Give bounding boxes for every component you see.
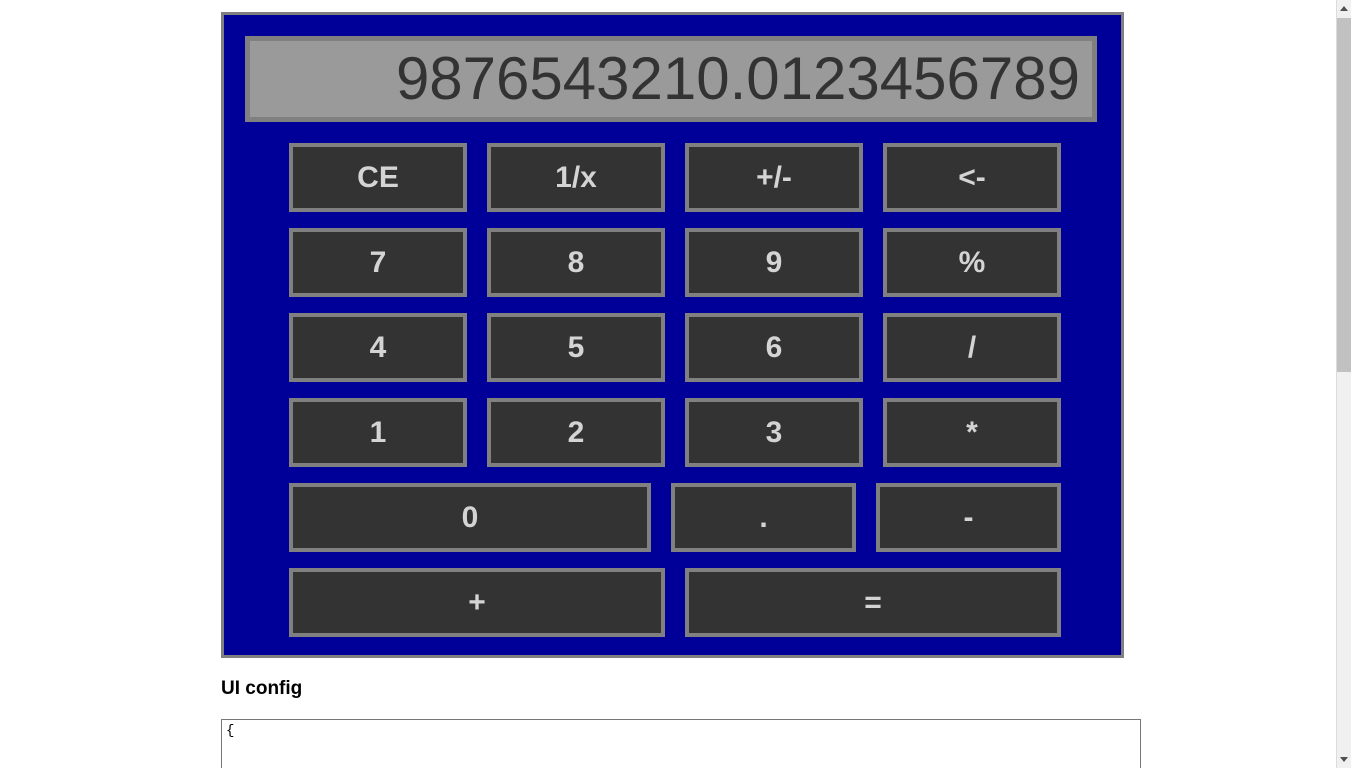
calculator-keypad: CE 1/x +/- <- 7 8 9% 4 5 6/1 2 3 * 0. - + = bbox=[279, 135, 1071, 645]
key-subtract[interactable]: - bbox=[876, 483, 1061, 552]
ui-config-section: UI config bbox=[221, 678, 1141, 768]
keypad-row: 7 8 9% bbox=[279, 220, 1071, 305]
scrollbar-thumb[interactable] bbox=[1337, 18, 1351, 372]
ui-config-textarea[interactable] bbox=[221, 719, 1141, 768]
scrollbar-down-button[interactable] bbox=[1337, 751, 1351, 768]
key-6[interactable]: 6 bbox=[685, 313, 863, 382]
ui-config-title: UI config bbox=[221, 678, 303, 699]
scrollbar-up-button[interactable] bbox=[1337, 0, 1351, 17]
key-clear-entry[interactable]: CE bbox=[289, 143, 467, 212]
key-0[interactable]: 0 bbox=[289, 483, 651, 552]
keypad-row: + = bbox=[279, 560, 1071, 645]
key-backspace[interactable]: <- bbox=[883, 143, 1061, 212]
key-9[interactable]: 9 bbox=[685, 228, 863, 297]
key-8[interactable]: 8 bbox=[487, 228, 665, 297]
key-1[interactable]: 1 bbox=[289, 398, 467, 467]
key-5[interactable]: 5 bbox=[487, 313, 665, 382]
key-decimal-point[interactable]: . bbox=[671, 483, 856, 552]
chevron-down-icon bbox=[1340, 757, 1348, 762]
key-2[interactable]: 2 bbox=[487, 398, 665, 467]
key-4[interactable]: 4 bbox=[289, 313, 467, 382]
page-root: 9876543210.0123456789 CE 1/x +/- <- 7 8 9% 4 5 6 /… bbox=[0, 0, 1351, 768]
key-7[interactable]: 7 bbox=[289, 228, 467, 297]
key-sign-toggle[interactable]: +/- bbox=[685, 143, 863, 212]
keypad-row: 1 2 3 * bbox=[279, 390, 1071, 475]
key-percent[interactable]: % bbox=[883, 228, 1061, 297]
keypad-row: 0.- bbox=[279, 475, 1071, 560]
page-scrollbar[interactable] bbox=[1336, 0, 1351, 768]
keypad-row: 4 5 6 / bbox=[279, 305, 1071, 390]
key-add[interactable]: + bbox=[289, 568, 665, 637]
key-multiply[interactable]: * bbox=[883, 398, 1061, 467]
calculator-display[interactable]: 9876543210.0123456789 bbox=[245, 36, 1097, 122]
key-reciprocal[interactable]: 1/x bbox=[487, 143, 665, 212]
keypad-row: CE 1/x +/- <- bbox=[279, 135, 1071, 220]
display-value: 9876543210.0123456789 bbox=[395, 45, 1080, 112]
calculator-widget: 9876543210.0123456789 CE 1/x +/- <- 7 8 9% 4 5 6 /… bbox=[221, 12, 1124, 658]
key-equals[interactable]: = bbox=[685, 568, 1061, 637]
key-3[interactable]: 3 bbox=[685, 398, 863, 467]
chevron-up-icon bbox=[1340, 6, 1348, 11]
key-divide[interactable]: / bbox=[883, 313, 1061, 382]
